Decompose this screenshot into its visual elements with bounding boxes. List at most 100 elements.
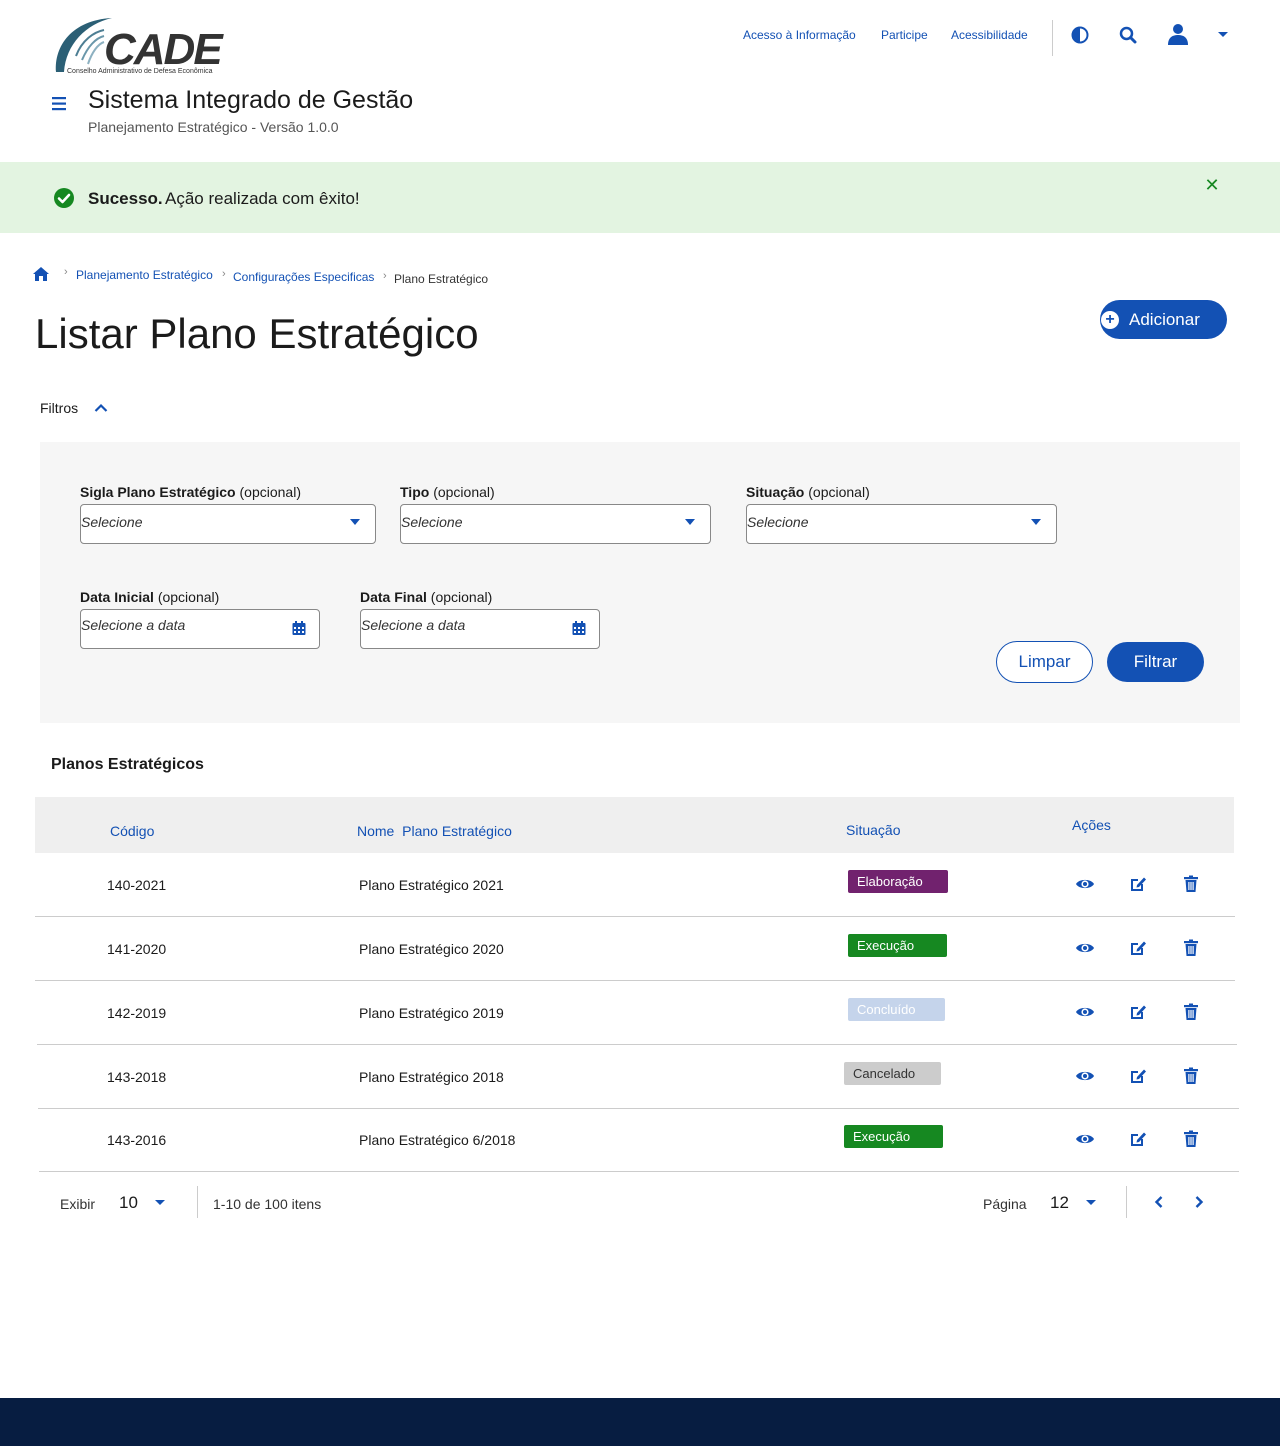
caret-down-icon xyxy=(685,519,695,525)
alert-title: Sucesso. xyxy=(88,189,163,208)
trash-icon[interactable] xyxy=(1181,938,1201,958)
show-label: Exibir xyxy=(60,1196,96,1212)
header-link-acessibilidade[interactable]: Acessibilidade xyxy=(951,28,1028,42)
check-circle-icon xyxy=(53,187,75,209)
add-button-label: Adicionar xyxy=(1129,309,1200,329)
page-label: Página xyxy=(983,1196,1027,1212)
clear-button[interactable]: Limpar xyxy=(996,641,1093,683)
eye-icon[interactable] xyxy=(1075,1066,1095,1086)
header-nome[interactable]: Nome Plano Estratégico xyxy=(357,823,512,839)
cell-nome: Plano Estratégico 2020 xyxy=(359,941,504,957)
caret-down-icon xyxy=(350,519,360,525)
page-title: Listar Plano Estratégico xyxy=(35,310,479,357)
chevron-up-icon xyxy=(94,403,108,412)
range-text: 1-10 de 100 itens xyxy=(213,1196,322,1212)
cell-nome: Plano Estratégico 2021 xyxy=(359,877,504,893)
footer xyxy=(0,1398,1280,1446)
header-link-acesso[interactable]: Acesso à Informação xyxy=(743,28,856,42)
tipo-label: Tipo (opcional) xyxy=(400,484,495,500)
page-caret-icon[interactable] xyxy=(1085,1199,1097,1207)
trash-icon[interactable] xyxy=(1181,1002,1201,1022)
row-divider xyxy=(39,1171,1239,1172)
sigla-select[interactable]: Selecione xyxy=(80,504,376,544)
tipo-select[interactable]: Selecione xyxy=(400,504,711,544)
status-badge: Elaboração xyxy=(848,870,948,893)
header-codigo[interactable]: Código xyxy=(110,823,154,839)
add-button[interactable]: + Adicionar xyxy=(1100,300,1227,339)
situacao-label: Situação (opcional) xyxy=(746,484,870,500)
filter-button[interactable]: Filtrar xyxy=(1107,642,1204,682)
breadcrumb-item-planejamento[interactable]: Planejamento Estratégico xyxy=(76,268,213,282)
list-title: Planos Estratégicos xyxy=(51,756,204,773)
breadcrumb-separator-icon: › xyxy=(383,270,387,282)
cell-nome: Plano Estratégico 2018 xyxy=(359,1069,504,1085)
situacao-placeholder: Selecione xyxy=(747,514,809,530)
data-inicial-label: Data Inicial (opcional) xyxy=(80,589,220,605)
trash-icon[interactable] xyxy=(1181,874,1201,894)
system-title: Sistema Integrado de Gestão xyxy=(88,86,414,114)
header-situacao[interactable]: Situação xyxy=(846,822,900,838)
alert-message: Ação realizada com êxito! xyxy=(165,189,360,208)
cell-codigo: 140-2021 xyxy=(107,877,167,893)
header-link-participe[interactable]: Participe xyxy=(881,28,928,42)
cell-codigo: 142-2019 xyxy=(107,1005,167,1021)
edit-icon[interactable] xyxy=(1128,1066,1148,1086)
cell-codigo: 143-2018 xyxy=(107,1069,167,1085)
header-divider xyxy=(1052,20,1053,56)
header-acoes: Ações xyxy=(1072,817,1111,833)
status-badge: Execução xyxy=(848,934,947,957)
row-divider xyxy=(37,1044,1237,1045)
home-icon[interactable] xyxy=(32,266,50,287)
breadcrumb-current: Plano Estratégico xyxy=(394,272,489,286)
breadcrumb-item-configuracoes[interactable]: Configurações Especificas xyxy=(233,270,374,284)
data-inicial-placeholder: Selecione a data xyxy=(81,617,186,633)
filters-toggle[interactable]: Filtros xyxy=(40,400,108,416)
status-badge: Concluído xyxy=(848,998,945,1021)
edit-icon[interactable] xyxy=(1128,1129,1148,1149)
data-inicial-input[interactable]: Selecione a data xyxy=(80,609,320,649)
logo-text: CADE xyxy=(104,25,224,74)
search-icon[interactable] xyxy=(1116,23,1140,47)
hamburger-menu-icon[interactable] xyxy=(50,94,70,114)
eye-icon[interactable] xyxy=(1075,1129,1095,1149)
caret-down-icon xyxy=(1031,519,1041,525)
row-divider xyxy=(35,916,1235,917)
page-value[interactable]: 12 xyxy=(1050,1193,1069,1213)
edit-icon[interactable] xyxy=(1128,874,1148,894)
row-divider xyxy=(35,980,1235,981)
pagination-divider xyxy=(197,1186,198,1218)
data-final-label: Data Final (opcional) xyxy=(360,589,493,605)
system-subtitle: Planejamento Estratégico - Versão 1.0.0 xyxy=(88,119,339,135)
contrast-icon[interactable] xyxy=(1068,23,1092,47)
per-page-value[interactable]: 10 xyxy=(119,1193,138,1213)
eye-icon[interactable] xyxy=(1075,938,1095,958)
per-page-caret-icon[interactable] xyxy=(154,1199,166,1207)
breadcrumb-separator-icon: › xyxy=(64,266,68,278)
cade-logo[interactable]: CADE Conselho Administrativo de Defesa E… xyxy=(52,16,242,78)
edit-icon[interactable] xyxy=(1128,1002,1148,1022)
eye-icon[interactable] xyxy=(1075,1002,1095,1022)
calendar-icon[interactable] xyxy=(291,620,307,636)
data-final-input[interactable]: Selecione a data xyxy=(360,609,600,649)
status-badge: Cancelado xyxy=(844,1062,941,1085)
eye-icon[interactable] xyxy=(1075,874,1095,894)
breadcrumb-separator-icon: › xyxy=(222,268,226,280)
close-icon[interactable]: ✕ xyxy=(1203,176,1221,194)
row-divider xyxy=(38,1108,1239,1109)
filters-label: Filtros xyxy=(40,400,79,416)
edit-icon[interactable] xyxy=(1128,938,1148,958)
table-header xyxy=(35,797,1234,853)
trash-icon[interactable] xyxy=(1181,1066,1201,1086)
data-final-placeholder: Selecione a data xyxy=(361,617,466,633)
chevron-left-icon[interactable] xyxy=(1153,1195,1165,1209)
cell-nome: Plano Estratégico 2019 xyxy=(359,1005,504,1021)
trash-icon[interactable] xyxy=(1181,1129,1201,1149)
calendar-icon[interactable] xyxy=(571,620,587,636)
user-icon[interactable] xyxy=(1166,22,1190,46)
chevron-down-icon[interactable] xyxy=(1211,23,1235,47)
chevron-right-icon[interactable] xyxy=(1193,1195,1205,1209)
situacao-select[interactable]: Selecione xyxy=(746,504,1057,544)
pagination-divider xyxy=(1126,1186,1127,1218)
sigla-placeholder: Selecione xyxy=(81,514,143,530)
plus-icon: + xyxy=(1101,310,1119,329)
